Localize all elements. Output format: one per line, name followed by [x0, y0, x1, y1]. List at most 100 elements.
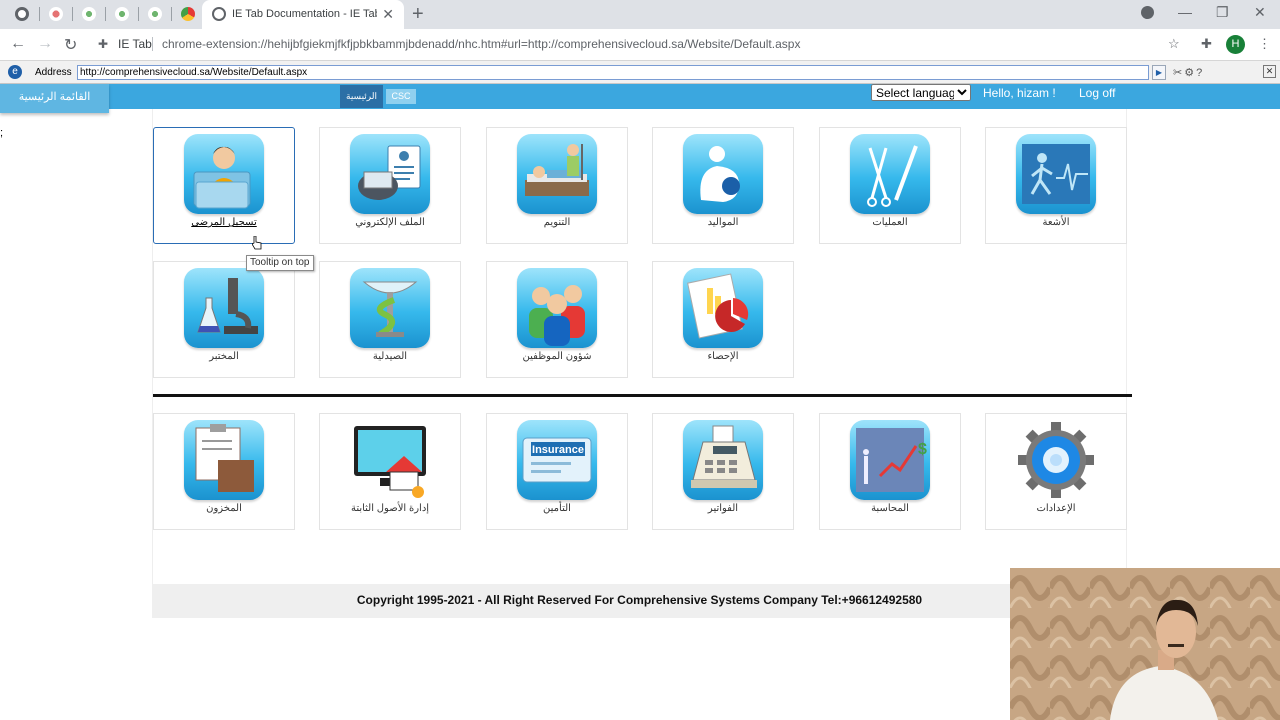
staff-affairs-icon: [517, 268, 597, 348]
module-label: الأشعة: [1042, 217, 1070, 228]
tab-favicon-icon: [181, 7, 195, 21]
module-tile-pharmacy[interactable]: الصيدلية: [319, 261, 461, 378]
tab-close-icon[interactable]: ✕: [382, 6, 394, 23]
module-tile-insurance[interactable]: Insurance التأمين: [486, 413, 628, 530]
extension-puzzle-icon: ✚: [98, 37, 109, 51]
language-select[interactable]: Select language: [871, 84, 971, 101]
module-label: الإحصاء: [707, 351, 739, 362]
tab-favicon-icon: [115, 7, 129, 21]
insurance-card-text: Insurance: [532, 444, 584, 456]
module-label: التأمين: [543, 503, 571, 514]
content-frame: [152, 109, 1127, 584]
module-tile-invoices[interactable]: الفواتير: [652, 413, 794, 530]
module-tile-statistics[interactable]: الإحصاء: [652, 261, 794, 378]
profile-avatar[interactable]: H: [1226, 35, 1245, 54]
tab-favicon-icon: [15, 7, 29, 21]
go-arrow-icon[interactable]: ▶: [1152, 65, 1166, 80]
minimize-icon[interactable]: —: [1178, 4, 1192, 20]
radiology-icon: [1016, 134, 1096, 214]
browser-toolbar: ← → ↻ ✚ IE Tab chrome-extension://hehijb…: [0, 29, 1280, 59]
webcam-overlay: [1010, 568, 1280, 720]
omnibox-url[interactable]: chrome-extension://hehijbfgiekmjfkfjpbkb…: [162, 37, 800, 51]
module-label: المخزون: [206, 503, 242, 514]
omnibox-extension-label: IE Tab: [118, 37, 152, 51]
tab-ie-tab-documentation[interactable]: IE Tab Documentation - IE Tab - I ✕: [202, 0, 404, 29]
ie-tab-logo-icon: e: [8, 65, 22, 79]
module-label: المواليد: [707, 217, 739, 228]
settings-gear-icon: [1016, 420, 1096, 500]
module-tile-inventory[interactable]: المخزون: [153, 413, 295, 530]
csc-tab[interactable]: CSC: [386, 89, 416, 104]
kebab-menu-icon[interactable]: ⋮: [1258, 36, 1271, 52]
module-tile-settings[interactable]: الإعدادات: [985, 413, 1127, 530]
module-label: شؤون الموظفين: [522, 351, 592, 362]
pinned-tab-3[interactable]: [73, 3, 105, 25]
browser-tab-strip: IE Tab Documentation - IE Tab - I ✕ + — …: [0, 0, 1280, 29]
tooltip: Tooltip on top: [246, 255, 314, 271]
electronic-record-icon: [350, 134, 430, 214]
svg-text:$: $: [918, 441, 927, 458]
extensions-puzzle-icon[interactable]: ✚: [1201, 36, 1212, 52]
module-label: الصيدلية: [372, 351, 408, 362]
address-label: Address: [35, 67, 72, 78]
maximize-icon[interactable]: ❐: [1216, 4, 1229, 21]
forward-arrow-icon[interactable]: →: [37, 35, 53, 53]
module-tile-inpatient[interactable]: التنويم: [486, 127, 628, 244]
tab-favicon-icon: [82, 7, 96, 21]
module-tile-electronic-record[interactable]: الملف الإلكتروني: [319, 127, 461, 244]
section-divider: [153, 394, 1132, 397]
home-tab[interactable]: الرئيسية: [340, 85, 383, 108]
logoff-link[interactable]: Log off: [1079, 86, 1115, 100]
mouse-pointer-icon: [252, 236, 262, 250]
inventory-icon: [184, 420, 264, 500]
laboratory-icon: [184, 268, 264, 348]
module-tile-fixed-assets[interactable]: إدارة الأصول الثابتة: [319, 413, 461, 530]
module-label: الإعدادات: [1036, 503, 1076, 514]
tab-favicon-icon: [49, 7, 63, 21]
tab-favicon-icon: [148, 7, 162, 21]
main-menu-button[interactable]: القائمة الرئيسية: [0, 84, 109, 113]
pinned-tab-5[interactable]: [139, 3, 171, 25]
module-tile-accounting[interactable]: $ المحاسبة: [819, 413, 961, 530]
surgery-icon: [850, 134, 930, 214]
invoices-icon: [683, 420, 763, 500]
module-tile-laboratory[interactable]: المختبر: [153, 261, 295, 378]
module-label: الملف الإلكتروني: [355, 217, 425, 228]
statistics-icon: [683, 268, 763, 348]
module-label: الفواتير: [707, 503, 739, 514]
module-tile-patient-registration[interactable]: تسجيل المرضى: [153, 127, 295, 244]
module-tile-births[interactable]: المواليد: [652, 127, 794, 244]
window-close-icon[interactable]: ✕: [1254, 4, 1266, 21]
pinned-tab-2[interactable]: [40, 3, 72, 25]
pinned-tab-6[interactable]: [172, 3, 204, 25]
module-label: المحاسبة: [871, 503, 909, 514]
user-greeting: Hello, hizam !: [983, 86, 1056, 100]
pinned-tab-4[interactable]: [106, 3, 138, 25]
pharmacy-icon: [350, 268, 430, 348]
new-tab-button[interactable]: +: [412, 3, 424, 26]
pinned-tab-1[interactable]: [6, 3, 38, 25]
tab-title: IE Tab Documentation - IE Tab - I: [232, 8, 377, 20]
births-icon: [683, 134, 763, 214]
ie-tab-address-bar: e Address ▶ ✂⚙? ✕: [0, 60, 1280, 84]
tab-search-icon[interactable]: [1141, 6, 1154, 19]
module-label: تسجيل المرضى: [191, 217, 257, 228]
address-input[interactable]: [77, 65, 1149, 80]
module-tile-staff-affairs[interactable]: شؤون الموظفين: [486, 261, 628, 378]
module-label: المختبر: [209, 351, 239, 362]
ie-tab-tools-icon[interactable]: ✂⚙?: [1173, 66, 1204, 79]
insurance-icon: Insurance: [517, 420, 597, 500]
module-tile-radiology[interactable]: الأشعة: [985, 127, 1127, 244]
back-arrow-icon[interactable]: ←: [10, 35, 26, 53]
module-label: التنويم: [543, 217, 571, 228]
stray-text: ;: [0, 127, 4, 139]
bookmark-star-icon[interactable]: ☆: [1168, 36, 1180, 52]
reload-icon[interactable]: ↻: [64, 35, 77, 55]
module-label: العمليات: [872, 217, 908, 228]
page-footer: Copyright 1995-2021 - All Right Reserved…: [152, 584, 1127, 618]
module-label: إدارة الأصول الثابتة: [350, 503, 430, 514]
ie-bar-close-icon[interactable]: ✕: [1263, 65, 1276, 78]
omnibox-separator: [152, 37, 153, 51]
module-tile-surgery[interactable]: العمليات: [819, 127, 961, 244]
tab-favicon-icon: [212, 7, 226, 21]
